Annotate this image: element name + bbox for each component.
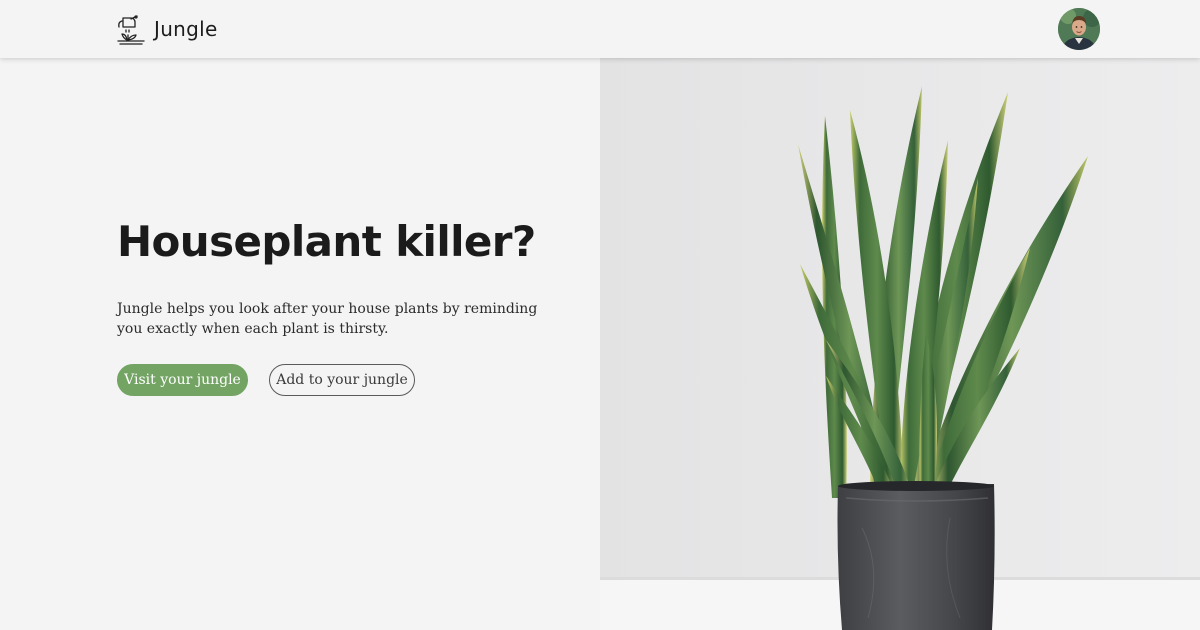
hero-tagline: Jungle helps you look after your house p… <box>117 301 538 337</box>
visit-jungle-button[interactable]: Visit your jungle <box>117 364 248 396</box>
add-to-jungle-button[interactable]: Add to your jungle <box>269 364 415 396</box>
hero-image-panel <box>600 58 1200 630</box>
watering-can-plant-icon <box>116 13 146 45</box>
user-avatar[interactable] <box>1058 8 1100 50</box>
brand-name: Jungle <box>154 17 218 41</box>
hero-text-panel <box>0 58 600 630</box>
hero-headline: Houseplant killer? <box>117 217 536 266</box>
top-navbar: Jungle <box>0 0 1200 58</box>
snake-plant-image <box>600 58 1200 630</box>
brand-link[interactable]: Jungle <box>116 13 218 45</box>
